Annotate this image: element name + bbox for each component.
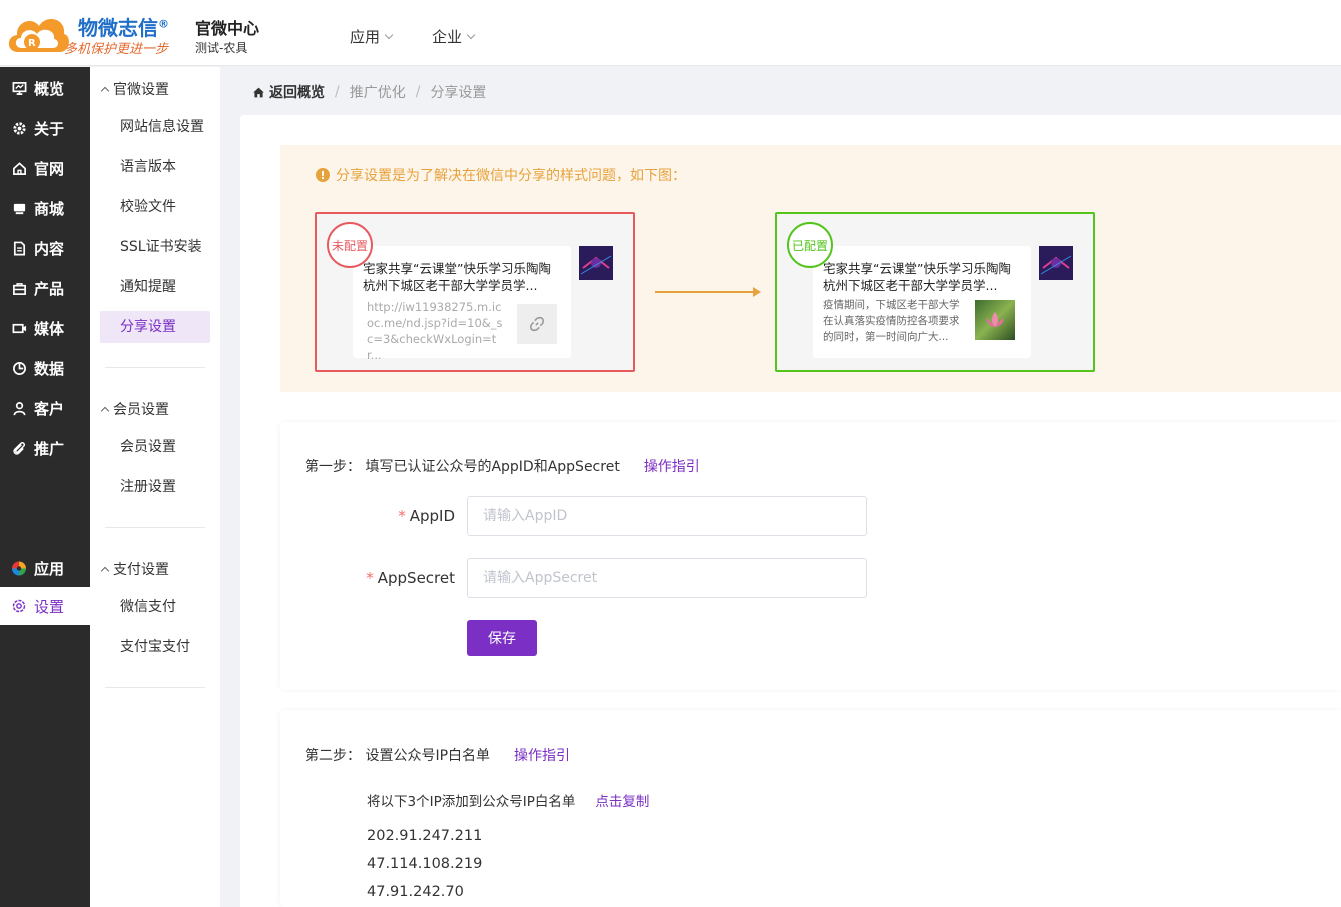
brand-name: 物微志信® bbox=[78, 16, 169, 40]
group-title-payment-settings[interactable]: 支付设置 bbox=[100, 559, 169, 579]
paperclip-icon bbox=[11, 440, 27, 456]
link-icon bbox=[517, 304, 557, 344]
sidebar-item-customers[interactable]: 客户 bbox=[0, 389, 90, 427]
account-avatar bbox=[1039, 246, 1073, 280]
app-title: 官微中心 bbox=[195, 19, 260, 38]
sidebar-item-content[interactable]: 内容 bbox=[0, 229, 90, 267]
divider bbox=[105, 527, 205, 528]
step2-title: 第二步： 设置公众号IP白名单 操作指引 bbox=[305, 745, 570, 765]
arrow-right-icon bbox=[753, 287, 761, 297]
appsecret-label: * AppSecret bbox=[366, 569, 455, 587]
breadcrumb-separator: / bbox=[335, 84, 340, 100]
chevron-up-icon bbox=[100, 86, 110, 96]
cloud-logo-icon: R bbox=[8, 19, 69, 52]
account-name: 测试-农具 bbox=[195, 41, 248, 55]
appid-label: * AppID bbox=[398, 507, 455, 525]
video-icon bbox=[11, 320, 27, 336]
lotus-thumbnail-icon bbox=[975, 300, 1015, 340]
settings-icon bbox=[11, 598, 27, 614]
share-card-title: 宅家共享“云课堂”快乐学习乐陶陶杭州下城区老干部大学学员学... bbox=[823, 261, 1011, 293]
configured-stamp: 已配置 bbox=[787, 222, 833, 268]
ip-whitelist-hint: 将以下3个IP添加到公众号IP白名单 点击复制 bbox=[367, 790, 649, 810]
sidebar-item-overview[interactable]: 概览 bbox=[0, 69, 90, 107]
group-title-wechat-settings[interactable]: 官微设置 bbox=[100, 79, 169, 99]
top-header: R 物微志信® 多机保护更进一步 官微中心 测试-农具 应用 企业 bbox=[0, 0, 1341, 66]
subnav-item-language[interactable]: 语言版本 bbox=[100, 151, 210, 183]
chevron-down-icon bbox=[466, 30, 476, 39]
sidebar-item-about[interactable]: 关于 bbox=[0, 109, 90, 147]
subnav-item-ssl[interactable]: SSL证书安装 bbox=[100, 231, 210, 263]
sidebar-item-mall[interactable]: 商城 bbox=[0, 189, 90, 227]
subnav-item-share-settings[interactable]: 分享设置 bbox=[100, 311, 210, 343]
subnav-item-site-info[interactable]: 网站信息设置 bbox=[100, 111, 210, 143]
top-nav-enterprise[interactable]: 企业 bbox=[432, 26, 476, 47]
share-card-title: 宅家共享“云课堂”快乐学习乐陶陶杭州下城区老干部大学学员学... bbox=[363, 261, 551, 293]
ip-address: 202.91.247.211 bbox=[367, 828, 483, 844]
subnav-item-wechat-pay[interactable]: 微信支付 bbox=[100, 591, 210, 623]
breadcrumb-home[interactable]: 返回概览 bbox=[252, 82, 325, 102]
save-button[interactable]: 保存 bbox=[467, 620, 537, 656]
share-card: 宅家共享“云课堂”快乐学习乐陶陶杭州下城区老干部大学学员学... http://… bbox=[353, 246, 571, 362]
subnav-item-notification[interactable]: 通知提醒 bbox=[100, 271, 210, 303]
ip-address: 47.91.242.70 bbox=[367, 884, 464, 900]
sidebar-item-settings[interactable]: 设置 bbox=[0, 587, 90, 625]
step1-guide-link[interactable]: 操作指引 bbox=[644, 456, 700, 476]
sidebar-item-apps[interactable]: 应用 bbox=[0, 549, 90, 587]
subnav-item-alipay[interactable]: 支付宝支付 bbox=[100, 631, 210, 663]
step2-guide-link[interactable]: 操作指引 bbox=[514, 745, 570, 765]
document-icon bbox=[11, 240, 27, 256]
top-nav: 应用 企业 bbox=[350, 26, 476, 47]
bag-icon bbox=[11, 280, 27, 296]
unconfigured-stamp: 未配置 bbox=[327, 222, 373, 268]
settings-subnav: 官微设置 网站信息设置 语言版本 校验文件 SSL证书安装 通知提醒 分享设置 … bbox=[90, 67, 220, 907]
store-icon bbox=[11, 200, 27, 216]
share-card-description: 疫情期间，下城区老干部大学在认真落实疫情防控各项要求的同时，第一时间向广大... bbox=[823, 299, 960, 343]
subnav-item-member-settings[interactable]: 会员设置 bbox=[100, 431, 210, 463]
preview-configured: 宅家共享“云课堂”快乐学习乐陶陶杭州下城区老干部大学学员学... 疫情期间，下城… bbox=[775, 212, 1095, 372]
copy-ips-link[interactable]: 点击复制 bbox=[595, 790, 649, 810]
main-sidebar: 概览 关于 官网 商城 内容 产品 媒体 数据 客户 推广 应用 设置 bbox=[0, 67, 90, 907]
sidebar-item-media[interactable]: 媒体 bbox=[0, 309, 90, 347]
step1-title: 第一步： 填写已认证公众号的AppID和AppSecret 操作指引 bbox=[305, 456, 700, 476]
subnav-item-verify-file[interactable]: 校验文件 bbox=[100, 191, 210, 223]
chevron-down-icon bbox=[384, 30, 394, 39]
chart-pie-icon bbox=[11, 360, 27, 376]
breadcrumb-share-settings[interactable]: 分享设置 bbox=[430, 82, 486, 102]
gear-icon bbox=[11, 120, 27, 136]
subnav-item-register-settings[interactable]: 注册设置 bbox=[100, 471, 210, 503]
sidebar-item-products[interactable]: 产品 bbox=[0, 269, 90, 307]
breadcrumb: 返回概览 / 推广优化 / 分享设置 bbox=[252, 82, 486, 102]
warning-icon: ! bbox=[316, 168, 330, 182]
divider bbox=[105, 367, 205, 368]
breadcrumb-separator: / bbox=[415, 84, 421, 100]
group-title-member-settings[interactable]: 会员设置 bbox=[100, 399, 169, 419]
user-icon bbox=[11, 400, 27, 416]
monitor-icon bbox=[11, 80, 27, 96]
arrow-line bbox=[655, 291, 755, 293]
breadcrumb-promotion[interactable]: 推广优化 bbox=[350, 82, 406, 102]
svg-text:R: R bbox=[28, 38, 36, 49]
appid-input[interactable] bbox=[467, 496, 867, 536]
notice-message: ! 分享设置是为了解决在微信中分享的样式问题，如下图： bbox=[316, 165, 686, 185]
account-avatar bbox=[579, 246, 613, 280]
brand-slogan: 多机保护更进一步 bbox=[64, 42, 169, 57]
appsecret-input[interactable] bbox=[467, 558, 867, 598]
color-wheel-icon bbox=[11, 560, 27, 576]
preview-unconfigured: 宅家共享“云课堂”快乐学习乐陶陶杭州下城区老干部大学学员学... http://… bbox=[315, 212, 635, 372]
share-card-url: http://iw11938275.m.icoc.me/nd.jsp?id=10… bbox=[367, 300, 503, 362]
share-card: 宅家共享“云课堂”快乐学习乐陶陶杭州下城区老干部大学学员学... 疫情期间，下城… bbox=[813, 246, 1031, 358]
sidebar-item-data[interactable]: 数据 bbox=[0, 349, 90, 387]
home-icon bbox=[253, 87, 264, 97]
chevron-up-icon bbox=[100, 566, 110, 576]
sidebar-item-promotion[interactable]: 推广 bbox=[0, 429, 90, 467]
top-nav-apps[interactable]: 应用 bbox=[350, 26, 394, 47]
ip-address: 47.114.108.219 bbox=[367, 856, 483, 872]
chevron-up-icon bbox=[100, 406, 110, 416]
divider bbox=[105, 687, 205, 688]
sidebar-item-website[interactable]: 官网 bbox=[0, 149, 90, 187]
home-icon bbox=[11, 160, 27, 176]
